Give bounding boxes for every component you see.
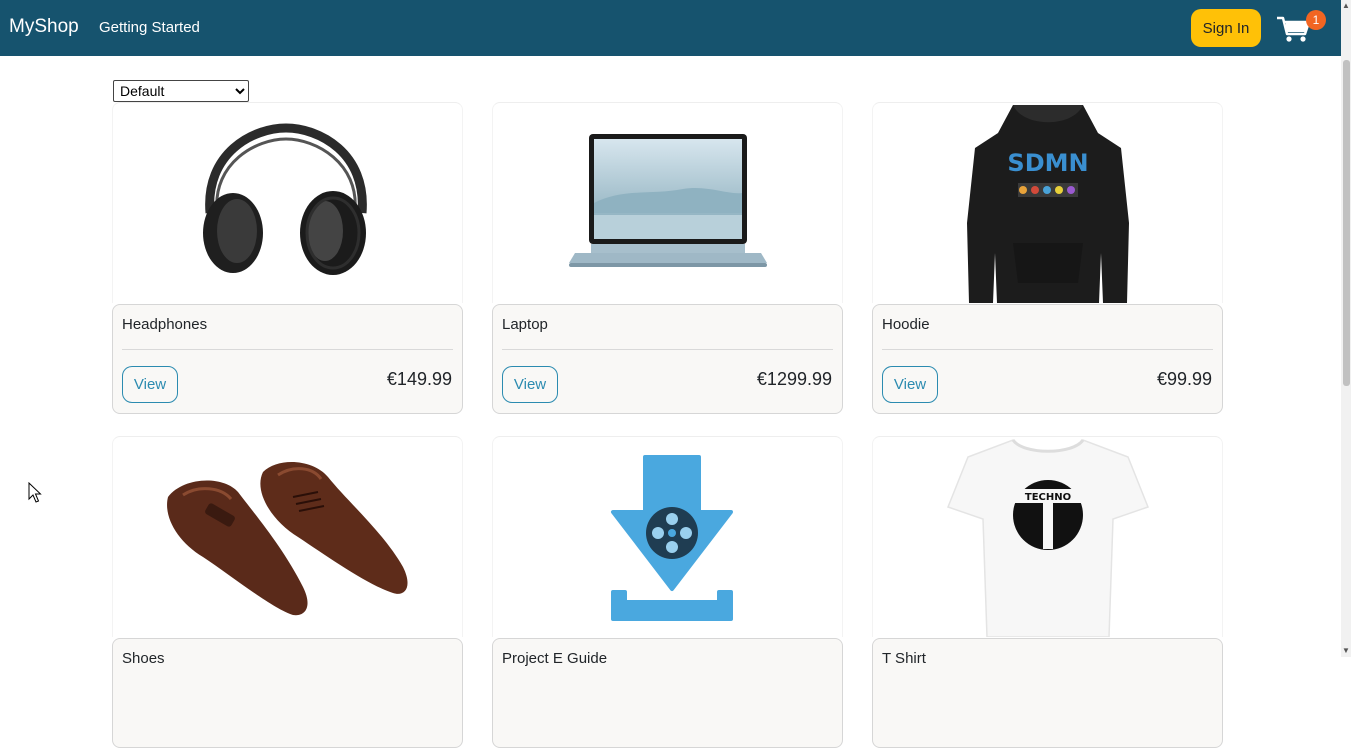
mouse-cursor-icon: [28, 482, 42, 503]
product-price: €99.99: [1156, 369, 1212, 389]
shoes-image: [167, 461, 408, 616]
product-name: Hoodie: [882, 316, 930, 333]
sign-in-button[interactable]: Sign In: [1191, 9, 1261, 47]
view-button[interactable]: View: [122, 366, 178, 403]
sort-select[interactable]: Default: [113, 80, 249, 102]
cart-count-badge: 1: [1306, 10, 1326, 30]
product-card-body: Laptop View €1299.99: [492, 304, 843, 414]
product-card-body: Hoodie View €99.99: [872, 304, 1223, 414]
nav-link-getting-started[interactable]: Getting Started: [99, 19, 200, 36]
scroll-down-arrow-icon[interactable]: ▼: [1341, 645, 1351, 657]
product-image-container[interactable]: [112, 436, 463, 637]
card-divider: [502, 349, 833, 350]
view-button[interactable]: View: [502, 366, 558, 403]
laptop-image: [569, 134, 767, 267]
tshirt-image: TECHNO: [947, 438, 1149, 637]
hoodie-image: SDMN: [967, 105, 1129, 303]
navbar: MyShop Getting Started Sign In 1: [0, 0, 1341, 56]
product-image-container[interactable]: TECHNO: [872, 436, 1223, 637]
product-name: Project E Guide: [502, 650, 608, 667]
product-price: €149.99: [386, 369, 452, 389]
view-button[interactable]: View: [882, 366, 938, 403]
product-card-body: Headphones View €149.99: [112, 304, 463, 414]
product-name: Headphones: [122, 316, 208, 333]
product-image-container[interactable]: [492, 102, 843, 303]
product-card-body: T Shirt: [872, 638, 1223, 748]
card-divider: [122, 349, 453, 350]
brand-logo[interactable]: MyShop: [9, 16, 79, 38]
scroll-up-arrow-icon[interactable]: ▲: [1341, 0, 1351, 12]
product-price: €1299.99: [756, 369, 832, 389]
tshirt-print-text: TECHNO: [1025, 492, 1071, 503]
product-image-container[interactable]: SDMN: [872, 102, 1223, 303]
product-image-container[interactable]: [112, 102, 463, 303]
download-video-image: [611, 455, 733, 621]
product-image-container[interactable]: [492, 436, 843, 637]
hoodie-print-text: SDMN: [1007, 149, 1088, 177]
headphones-image: [203, 123, 367, 275]
product-card-body: Shoes: [112, 638, 463, 748]
product-card-body: Project E Guide: [492, 638, 843, 748]
product-name: Shoes: [122, 650, 165, 667]
scrollbar-thumb[interactable]: [1343, 60, 1350, 386]
product-name: Laptop: [502, 316, 548, 333]
card-divider: [882, 349, 1213, 350]
product-name: T Shirt: [882, 650, 926, 667]
